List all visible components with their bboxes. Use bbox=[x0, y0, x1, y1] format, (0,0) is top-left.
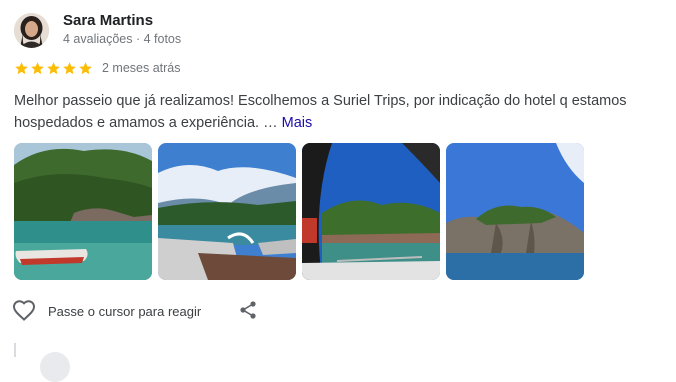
reviewer-name[interactable]: Sara Martins bbox=[63, 12, 153, 29]
review-text: Melhor passeio que já realizamos! Escolh… bbox=[14, 93, 627, 131]
review-photo-3[interactable] bbox=[302, 143, 440, 280]
review-text-block: Melhor passeio que já realizamos! Escolh… bbox=[14, 90, 654, 134]
star-rating bbox=[14, 61, 93, 76]
review-photo-2[interactable] bbox=[158, 143, 296, 280]
review-date: 2 meses atrás bbox=[102, 61, 181, 75]
rating-row: 2 meses atrás bbox=[14, 59, 181, 77]
star-icon bbox=[63, 61, 76, 74]
react-label[interactable]: Passe o cursor para reagir bbox=[48, 304, 201, 319]
star-icon bbox=[79, 61, 92, 74]
reaction-row: Passe o cursor para reagir bbox=[12, 297, 201, 325]
review-photo-4[interactable] bbox=[446, 143, 584, 280]
share-icon[interactable] bbox=[238, 300, 258, 320]
heart-outline-icon[interactable] bbox=[12, 299, 36, 323]
more-link[interactable]: Mais bbox=[282, 115, 313, 131]
photo-strip bbox=[14, 143, 584, 280]
review-photo-1[interactable] bbox=[14, 143, 152, 280]
thread-divider bbox=[14, 343, 16, 357]
star-icon bbox=[15, 61, 28, 74]
star-icon bbox=[31, 61, 44, 74]
reviewer-avatar[interactable] bbox=[14, 13, 49, 48]
star-icon bbox=[47, 61, 60, 74]
reviewer-meta: 4 avaliações · 4 fotos bbox=[63, 32, 182, 46]
